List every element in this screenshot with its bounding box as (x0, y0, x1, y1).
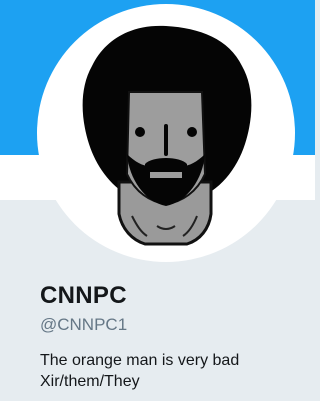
mouth (150, 172, 182, 178)
username-handle[interactable]: @CNNPC1 (40, 315, 127, 335)
npc-avatar-icon (82, 25, 252, 246)
avatar[interactable] (37, 4, 295, 262)
bio-line-2: Xir/them/They (40, 373, 140, 390)
profile-bio: The orange man is very bad Xir/them/They (40, 350, 239, 392)
profile-card: CNNPC @CNNPC1 The orange man is very bad… (0, 0, 315, 401)
left-eye (135, 127, 145, 137)
bio-line-1: The orange man is very bad (40, 352, 240, 369)
right-eye (187, 127, 197, 137)
display-name: CNNPC (40, 282, 127, 309)
